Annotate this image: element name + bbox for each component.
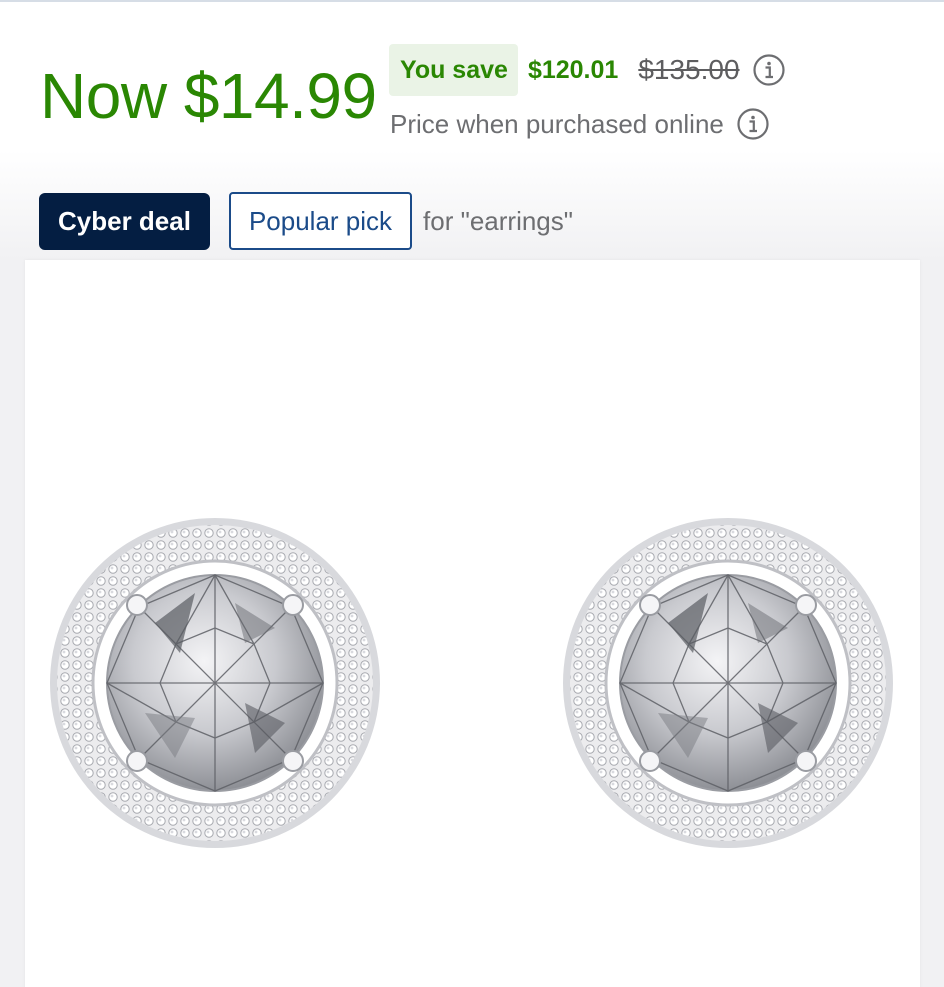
save-amount: $120.01: [527, 55, 619, 84]
badges-row: Cyber deal Popular pick for "earrings": [39, 192, 573, 250]
you-save-label: You save: [389, 44, 518, 96]
current-price: Now $14.99: [40, 60, 377, 132]
product-image-card[interactable]: [25, 260, 920, 987]
product-page: Now $14.99 You save $120.01 $135.00 Pric…: [0, 0, 944, 987]
product-image: [50, 518, 893, 848]
online-price-note: Price when purchased online: [390, 108, 724, 139]
left-earring: [50, 518, 380, 848]
popular-pick-context: for "earrings": [423, 205, 573, 236]
info-icon[interactable]: [752, 53, 786, 87]
info-icon[interactable]: [736, 107, 770, 141]
original-price: $135.00: [638, 54, 740, 85]
right-earring: [563, 518, 893, 848]
divider: [0, 0, 944, 2]
cyber-deal-badge: Cyber deal: [39, 192, 210, 250]
online-price-note-row: Price when purchased online: [390, 104, 770, 144]
popular-pick-badge: Popular pick: [228, 192, 413, 250]
savings-row: You save $120.01 $135.00: [389, 43, 786, 97]
